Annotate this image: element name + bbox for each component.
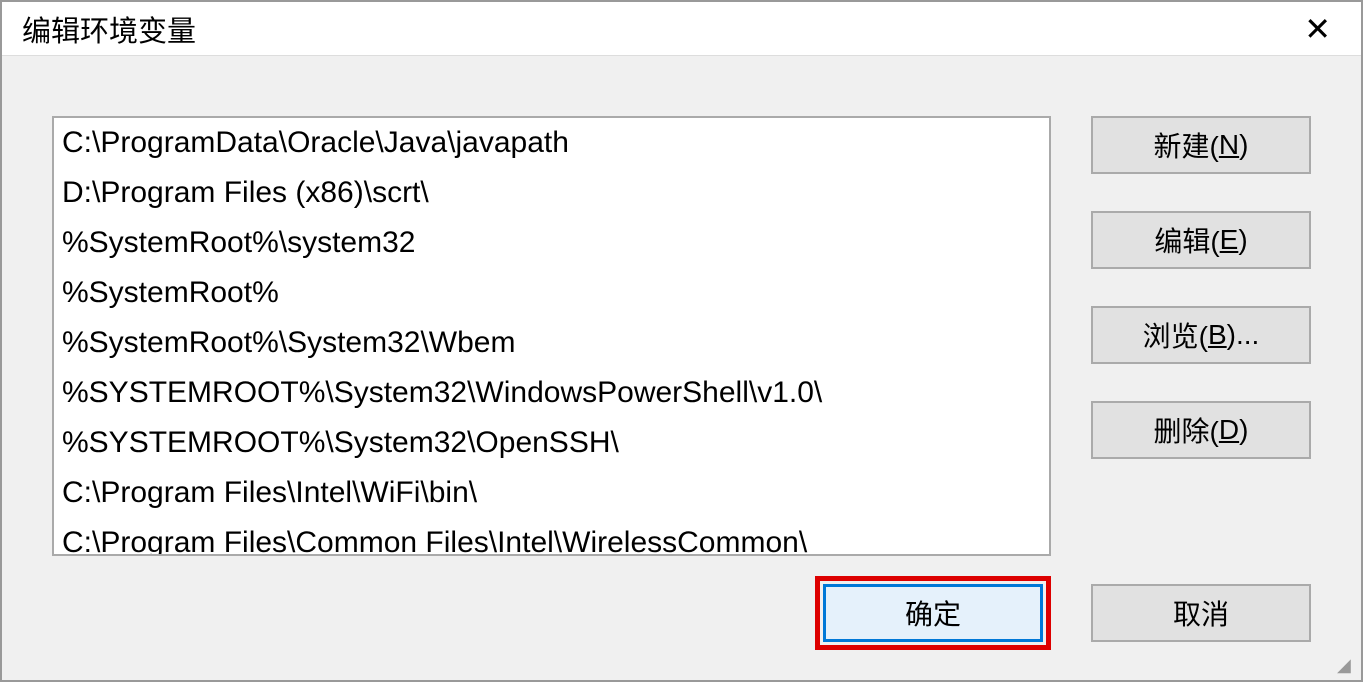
list-item[interactable]: %SystemRoot% — [54, 268, 1049, 318]
ok-button[interactable]: 确定 — [823, 584, 1043, 642]
list-item[interactable]: %SystemRoot%\system32 — [54, 218, 1049, 268]
delete-button-key: D — [1219, 414, 1239, 446]
close-icon[interactable]: ✕ — [1294, 10, 1341, 48]
delete-button[interactable]: 删除(D) — [1091, 401, 1311, 459]
ok-highlight-box: 确定 — [815, 576, 1051, 650]
new-button-prefix: 新建( — [1154, 125, 1219, 165]
path-listbox[interactable]: C:\ProgramData\Oracle\Java\javapathD:\Pr… — [52, 116, 1051, 556]
titlebar: 编辑环境变量 ✕ — [2, 2, 1361, 56]
side-button-group: 新建(N) 编辑(E) 浏览(B)... 删除(D) — [1091, 116, 1311, 556]
list-item[interactable]: %SystemRoot%\System32\Wbem — [54, 318, 1049, 368]
edit-env-variable-dialog: 编辑环境变量 ✕ C:\ProgramData\Oracle\Java\java… — [0, 0, 1363, 682]
new-button-key: N — [1219, 129, 1239, 161]
edit-button[interactable]: 编辑(E) — [1091, 211, 1311, 269]
edit-button-key: E — [1220, 224, 1239, 256]
dialog-content: C:\ProgramData\Oracle\Java\javapathD:\Pr… — [2, 56, 1361, 576]
cancel-button[interactable]: 取消 — [1091, 584, 1311, 642]
list-item[interactable]: %SYSTEMROOT%\System32\WindowsPowerShell\… — [54, 368, 1049, 418]
resize-grip-icon[interactable]: ◢ — [1337, 656, 1357, 676]
edit-button-prefix: 编辑( — [1154, 220, 1219, 260]
dialog-footer: 确定 取消 — [2, 576, 1361, 680]
list-item[interactable]: C:\ProgramData\Oracle\Java\javapath — [54, 118, 1049, 168]
list-item[interactable]: %SYSTEMROOT%\System32\OpenSSH\ — [54, 418, 1049, 468]
dialog-title: 编辑环境变量 — [22, 8, 196, 50]
list-item[interactable]: D:\Program Files (x86)\scrt\ — [54, 168, 1049, 218]
browse-button-suffix: )... — [1227, 319, 1260, 351]
new-button-suffix: ) — [1239, 129, 1248, 161]
browse-button[interactable]: 浏览(B)... — [1091, 306, 1311, 364]
list-item[interactable]: C:\Program Files\Intel\WiFi\bin\ — [54, 468, 1049, 518]
edit-button-suffix: ) — [1238, 224, 1247, 256]
delete-button-suffix: ) — [1239, 414, 1248, 446]
browse-button-key: B — [1208, 319, 1227, 351]
list-item[interactable]: C:\Program Files\Common Files\Intel\Wire… — [54, 518, 1049, 556]
browse-button-prefix: 浏览( — [1143, 315, 1208, 355]
delete-button-prefix: 删除( — [1154, 410, 1219, 450]
new-button[interactable]: 新建(N) — [1091, 116, 1311, 174]
